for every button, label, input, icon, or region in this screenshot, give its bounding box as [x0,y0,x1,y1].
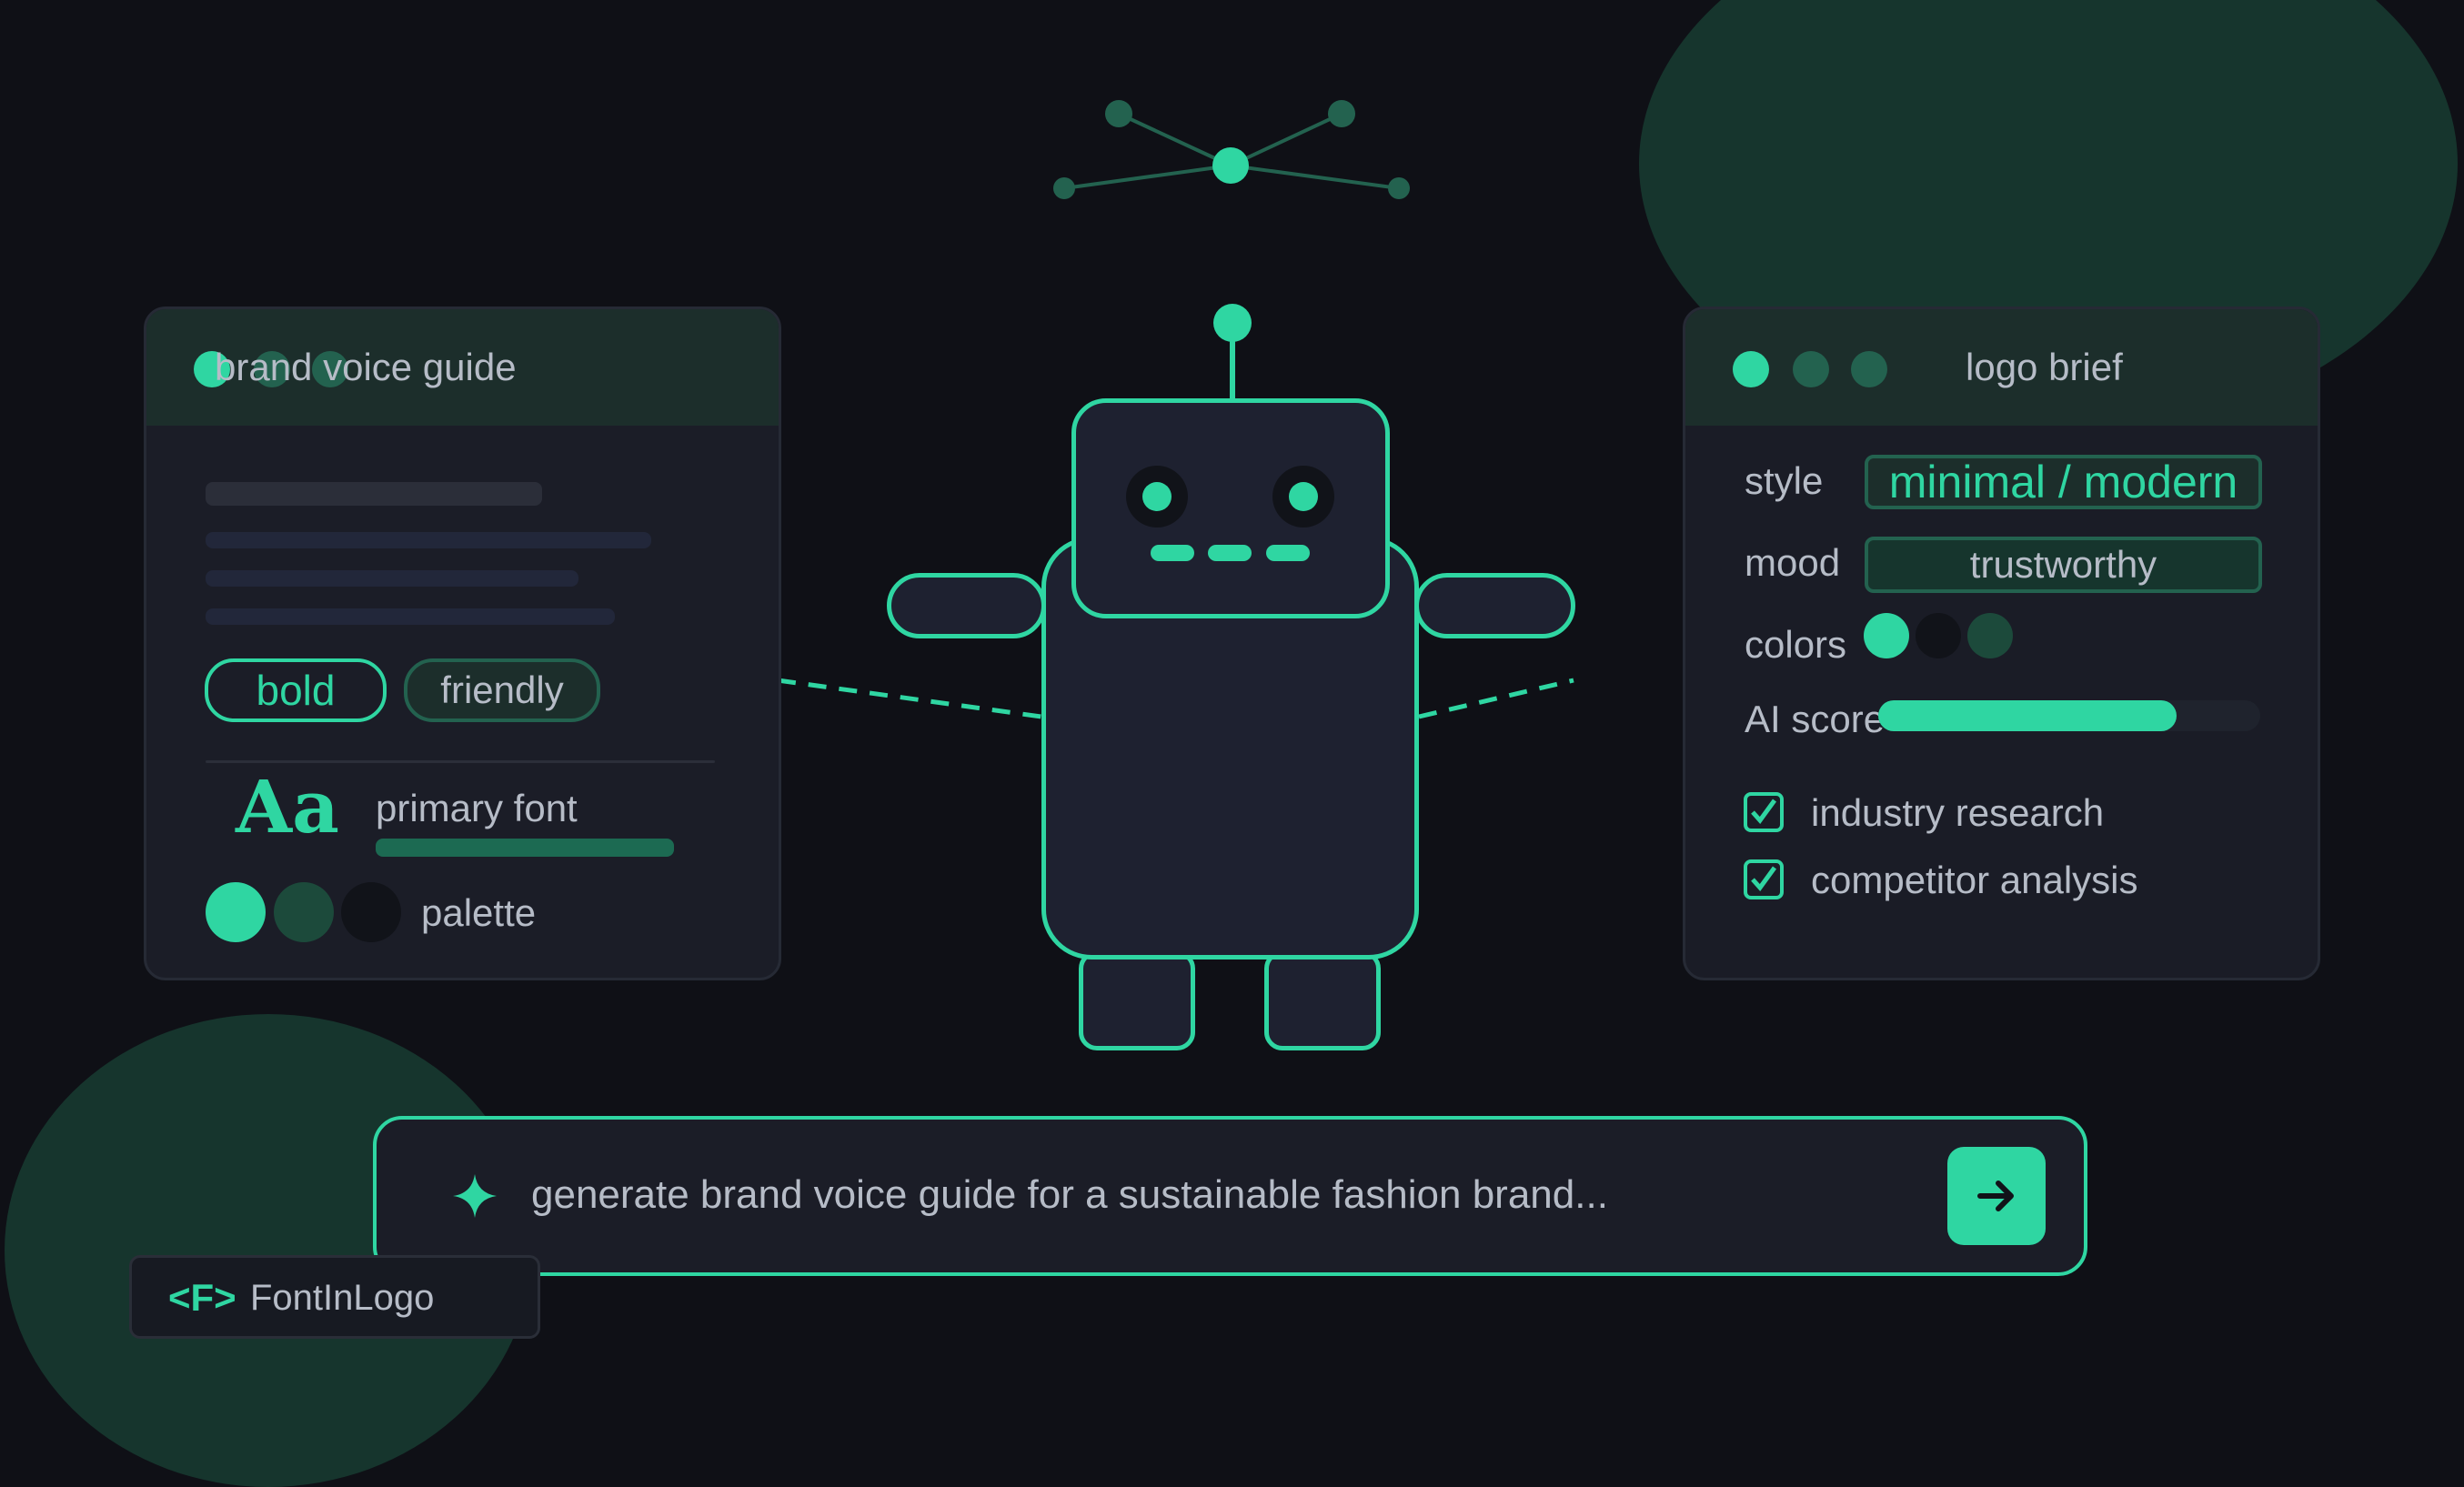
robot-leg-left [1079,950,1195,1050]
window-dot [1793,351,1829,387]
brand-voice-guide-card: brand voice guide bold friendly Aa prima… [144,306,781,980]
network-icon [1053,100,1410,199]
divider [206,760,715,763]
brand-mark: <F> [168,1276,236,1319]
font-sample: Aa [236,764,339,849]
checkbox-industry-research[interactable] [1744,792,1784,832]
placeholder-line [206,482,542,506]
palette-swatch [274,882,334,942]
robot-face [1126,466,1334,561]
color-swatch [1864,613,1909,658]
tag-bold[interactable]: bold [205,658,387,722]
checkbox-competitor-analysis[interactable] [1744,859,1784,899]
prompt-input[interactable]: generate brand voice guide for a sustain… [531,1172,1608,1218]
window-dot [1851,351,1887,387]
robot-leg-right [1264,950,1381,1050]
send-button[interactable] [1947,1147,2046,1245]
brand-logo[interactable]: <F> FontInLogo [129,1255,540,1339]
robot-arm-left [887,573,1046,638]
style-label: style [1745,459,1824,502]
color-swatch [1916,613,1961,658]
colors-label: colors [1745,623,1847,666]
arrow-right-icon [1977,1181,2014,1211]
checklist-item: industry research [1811,791,2105,834]
robot-head [1071,398,1390,618]
brand-name: FontInLogo [250,1278,435,1318]
mood-value[interactable]: trustworthy [1865,537,2262,593]
card-header: brand voice guide [146,309,779,426]
placeholder-line [206,570,578,587]
font-weight-bar [376,839,674,857]
card-title: brand voice guide [215,346,517,388]
checkmark-icon [1751,866,1777,891]
palette-label: palette [421,891,537,934]
card-header: logo brief [1685,309,2318,426]
checkmark-icon [1751,799,1777,824]
ai-score-label: AI score [1745,698,1886,740]
window-dot [1733,351,1769,387]
palette-swatch [341,882,401,942]
robot-antenna [1213,304,1252,405]
logo-brief-card: logo brief style minimal / modern mood t… [1683,306,2320,980]
robot-arm-right [1414,573,1575,638]
palette-swatch [206,882,266,942]
checklist-item: competitor analysis [1811,859,2138,901]
mood-label: mood [1745,541,1841,584]
placeholder-line [206,608,615,625]
prompt-bar[interactable]: generate brand voice guide for a sustain… [373,1116,2087,1276]
placeholder-line [206,532,651,548]
style-value[interactable]: minimal / modern [1865,455,2262,509]
card-title: logo brief [1966,346,2123,388]
sparkle-icon [453,1174,497,1218]
ai-score-fill [1878,700,2177,731]
ai-score-track [1878,700,2260,731]
primary-font-label: primary font [376,787,578,829]
tag-friendly[interactable]: friendly [404,658,600,722]
color-swatch [1967,613,2013,658]
